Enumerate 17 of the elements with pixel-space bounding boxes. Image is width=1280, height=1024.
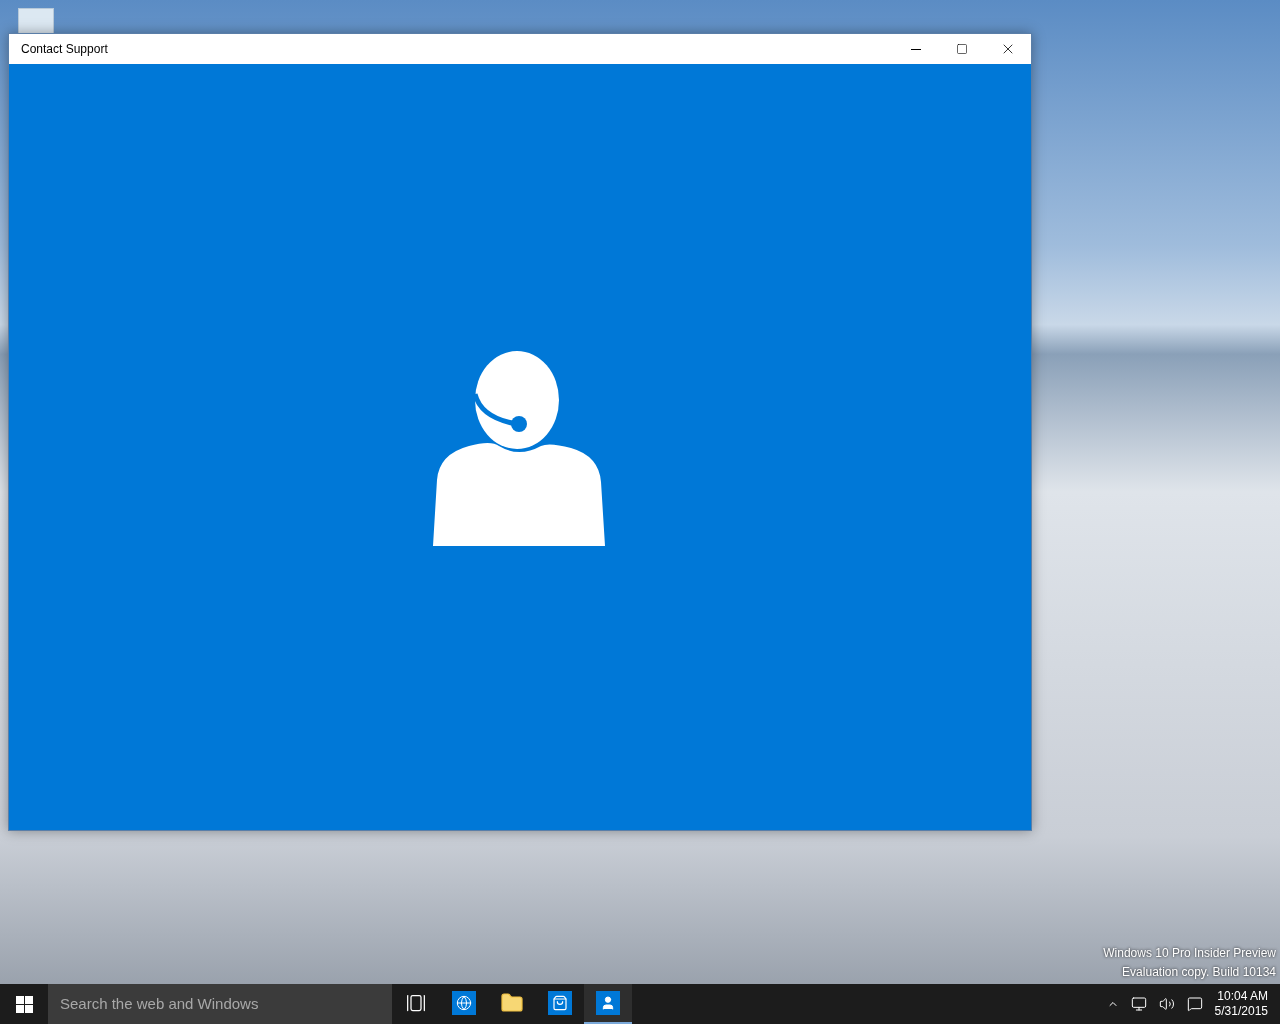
clock[interactable]: 10:04 AM 5/31/2015 [1214, 989, 1268, 1019]
search-field[interactable]: Search the web and Windows [48, 984, 392, 1024]
person-icon [596, 991, 620, 1015]
taskbar-app-button[interactable] [584, 984, 632, 1024]
windows-logo-icon [15, 995, 33, 1013]
message-icon[interactable] [1186, 996, 1203, 1012]
volume-icon[interactable] [1158, 996, 1175, 1012]
network-icon[interactable] [1130, 996, 1147, 1012]
maximize-icon [956, 43, 968, 55]
folder-icon [500, 991, 524, 1015]
watermark-notice: Windows 10 Pro Insider Preview [1103, 945, 1276, 962]
globe-icon [452, 991, 476, 1015]
minimize-icon [911, 48, 921, 50]
shopping-bag-icon [548, 991, 572, 1015]
watermark-notice: Evaluation copy. Build 10134 [1122, 964, 1276, 981]
window-title: Contact Support [21, 41, 108, 58]
task-view-icon [406, 993, 426, 1013]
